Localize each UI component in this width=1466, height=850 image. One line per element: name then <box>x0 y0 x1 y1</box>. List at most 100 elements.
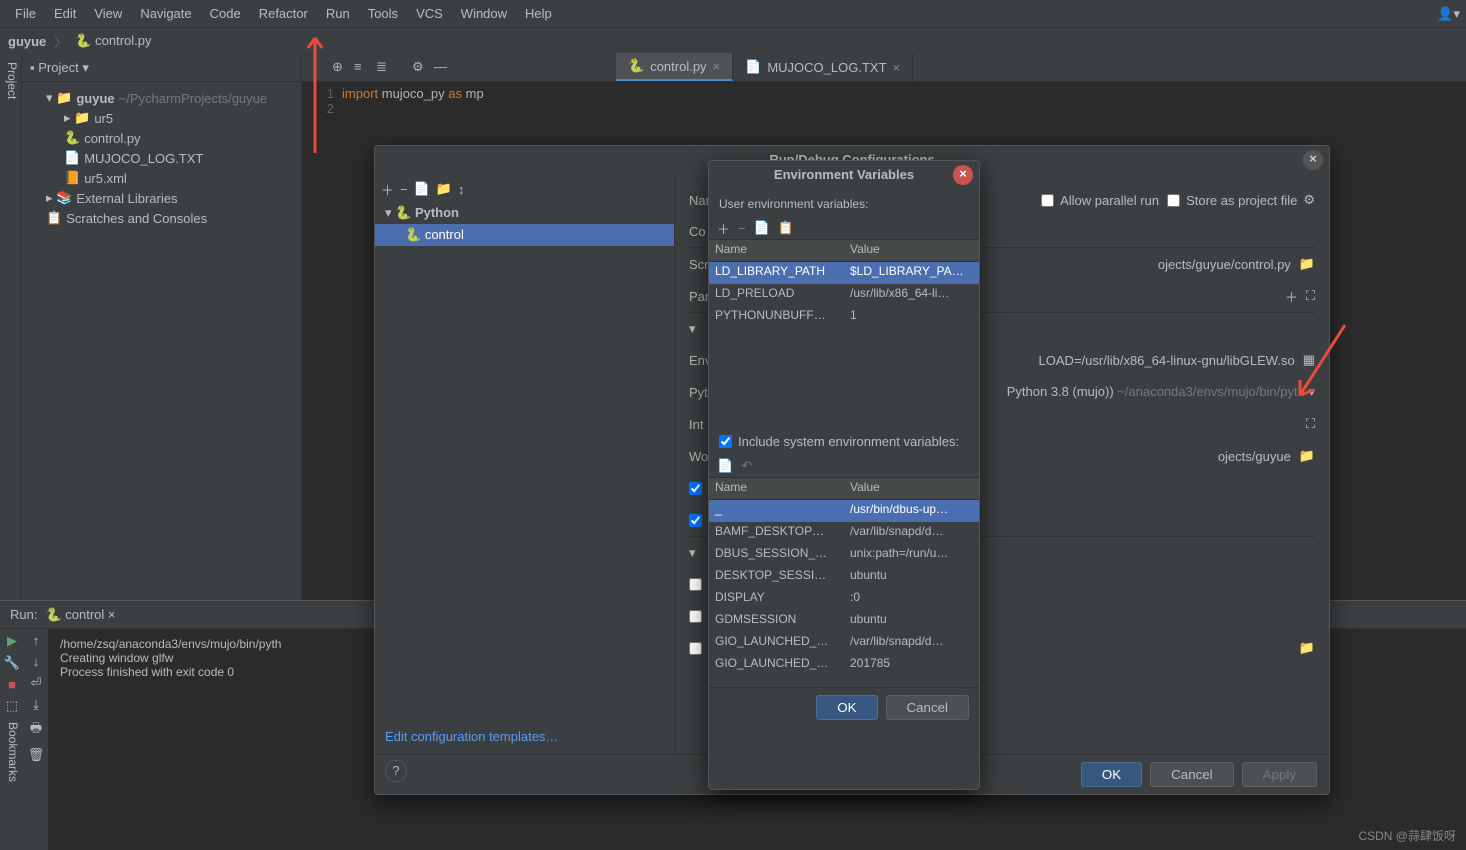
collapse-icon[interactable]: ≣ <box>376 59 394 77</box>
table-row[interactable]: GIO_LAUNCHED_…/var/lib/snapd/d… <box>709 632 979 654</box>
menu-run[interactable]: Run <box>319 3 357 24</box>
down-icon[interactable]: ↓ <box>33 654 40 669</box>
config-tree-python[interactable]: ▾ 🐍 Python <box>375 202 674 224</box>
browse-icon[interactable]: 📁 <box>1299 640 1315 656</box>
menu-help[interactable]: Help <box>518 3 559 24</box>
copy-icon[interactable]: 📄 <box>754 220 770 236</box>
browse-icon[interactable]: 📁 <box>1299 256 1315 272</box>
edit-templates-link[interactable]: Edit configuration templates… <box>385 729 558 744</box>
tree-scratches[interactable]: 📋 Scratches and Consoles <box>26 208 297 228</box>
col-value-header[interactable]: Value <box>844 478 979 499</box>
menu-edit[interactable]: Edit <box>47 3 83 24</box>
cancel-button[interactable]: Cancel <box>1150 762 1234 787</box>
tree-file-control[interactable]: 🐍 control.py <box>26 128 297 148</box>
col-value-header[interactable]: Value <box>844 240 979 261</box>
tree-external-libs[interactable]: ▸ 📚 External Libraries <box>26 188 297 208</box>
checkbox-d[interactable] <box>689 610 702 623</box>
tab-mujoco-log[interactable]: 📄 MUJOCO_LOG.TXT × <box>733 53 913 81</box>
config-tab[interactable]: Co <box>689 224 706 239</box>
table-row[interactable]: PYTHONUNBUFF…1 <box>709 306 979 328</box>
help-icon[interactable]: ? <box>385 760 407 782</box>
checkbox-a[interactable] <box>689 482 702 495</box>
breadcrumb-file[interactable]: 🐍 control.py <box>75 33 151 49</box>
stop-icon[interactable]: ■ <box>8 677 16 692</box>
run-config-name[interactable]: 🐍 control × <box>45 607 115 623</box>
ok-button[interactable]: OK <box>816 695 877 720</box>
env-browse-icon[interactable]: ▦ <box>1303 352 1315 368</box>
close-icon[interactable]: × <box>713 59 721 74</box>
wrap-icon[interactable]: ⏎ <box>31 675 42 691</box>
menu-vcs[interactable]: VCS <box>409 3 450 24</box>
checkbox-c[interactable] <box>689 578 702 591</box>
browse-icon[interactable]: 📁 <box>1299 448 1315 464</box>
scroll-icon[interactable]: ⤓ <box>33 697 39 713</box>
menu-view[interactable]: View <box>87 3 129 24</box>
remove-icon[interactable]: − <box>400 182 408 197</box>
menu-tools[interactable]: Tools <box>361 3 405 24</box>
table-row[interactable]: GIO_LAUNCHED_…201785 <box>709 654 979 676</box>
project-panel-title[interactable]: ▪ Project ▾ <box>30 60 89 76</box>
apply-button[interactable]: Apply <box>1242 762 1317 787</box>
close-icon[interactable]: × <box>893 60 901 75</box>
table-row[interactable]: BAMF_DESKTOP…/var/lib/snapd/d… <box>709 522 979 544</box>
up-icon[interactable]: ↑ <box>33 633 40 648</box>
workdir-field[interactable]: ojects/guyue <box>1218 449 1291 464</box>
run-icon[interactable]: ▶ <box>7 633 17 649</box>
close-icon[interactable]: × <box>953 165 973 185</box>
expand-icon[interactable]: ≡ <box>354 59 372 77</box>
checkbox-e[interactable] <box>689 642 702 655</box>
add-icon[interactable]: ＋ <box>1285 287 1298 306</box>
config-tree-control[interactable]: 🐍 control <box>375 224 674 246</box>
tree-file-mujoco-log[interactable]: 📄 MUJOCO_LOG.TXT <box>26 148 297 168</box>
checkbox-b[interactable] <box>689 514 702 527</box>
table-row[interactable]: _/usr/bin/dbus-up… <box>709 500 979 522</box>
allow-parallel-checkbox[interactable]: Allow parallel run <box>1041 193 1159 208</box>
exit-icon[interactable]: ⬚ <box>6 698 18 714</box>
copy-icon[interactable]: 📄 <box>414 181 430 197</box>
table-row[interactable]: GDMSESSIONubuntu <box>709 610 979 632</box>
expand-icon[interactable]: ⛶ <box>1306 416 1315 432</box>
script-path-field[interactable]: ojects/guyue/control.py <box>1158 257 1291 272</box>
menu-navigate[interactable]: Navigate <box>133 3 198 24</box>
col-name-header[interactable]: Name <box>709 240 844 261</box>
menu-window[interactable]: Window <box>454 3 514 24</box>
remove-icon[interactable]: − <box>738 221 746 236</box>
revert-icon[interactable]: ↶ <box>741 458 752 474</box>
table-row[interactable]: LD_LIBRARY_PATH$LD_LIBRARY_PA… <box>709 262 979 284</box>
cancel-button[interactable]: Cancel <box>886 695 970 720</box>
tree-file-ur5-xml[interactable]: 📙 ur5.xml <box>26 168 297 188</box>
add-icon[interactable]: ＋ <box>381 180 394 199</box>
store-project-checkbox[interactable]: Store as project file ⚙ <box>1167 192 1315 208</box>
copy-icon[interactable]: 📄 <box>717 458 733 474</box>
close-icon[interactable]: × <box>1303 150 1323 170</box>
include-system-checkbox[interactable] <box>719 435 732 448</box>
tab-control-py[interactable]: 🐍 control.py × <box>616 53 733 81</box>
env-vars-field[interactable]: LOAD=/usr/lib/x86_64-linux-gnu/libGLEW.s… <box>1039 353 1295 368</box>
print-icon[interactable]: 🖶 <box>30 719 42 741</box>
hide-icon[interactable]: — <box>434 59 452 77</box>
paste-icon[interactable]: 📋 <box>778 220 794 236</box>
wrench-icon[interactable]: 🔧 <box>4 655 20 671</box>
expand-icon[interactable]: ⛶ <box>1306 288 1315 304</box>
tree-folder-ur5[interactable]: ▸ 📁 ur5 <box>26 108 297 128</box>
menu-file[interactable]: File <box>8 3 43 24</box>
code-line[interactable]: import mujoco_py as mp <box>342 86 484 101</box>
ok-button[interactable]: OK <box>1081 762 1142 787</box>
target-icon[interactable]: ⊕ <box>332 59 350 77</box>
python-interpreter-field[interactable]: Python 3.8 (mujo)) ~/anaconda3/envs/mujo… <box>1007 384 1315 400</box>
col-name-header[interactable]: Name <box>709 478 844 499</box>
table-row[interactable]: LD_PRELOAD/usr/lib/x86_64-li… <box>709 284 979 306</box>
sort-icon[interactable]: ↕ <box>458 182 465 197</box>
table-row[interactable]: DISPLAY:0 <box>709 588 979 610</box>
folder-icon[interactable]: 📁 <box>436 181 452 197</box>
menu-code[interactable]: Code <box>203 3 248 24</box>
tree-root[interactable]: ▾ 📁 guyue ~/PycharmProjects/guyue <box>26 88 297 108</box>
add-icon[interactable]: ＋ <box>717 219 730 238</box>
table-row[interactable]: DESKTOP_SESSI…ubuntu <box>709 566 979 588</box>
menu-refactor[interactable]: Refactor <box>252 3 315 24</box>
trash-icon[interactable]: 🗑 <box>28 747 45 763</box>
breadcrumb-project[interactable]: guyue <box>8 34 46 49</box>
bookmarks-sidetab[interactable]: Bookmarks <box>0 714 22 790</box>
table-row[interactable]: DBUS_SESSION_…unix:path=/run/u… <box>709 544 979 566</box>
user-icon[interactable]: 👤▾ <box>1437 6 1460 22</box>
